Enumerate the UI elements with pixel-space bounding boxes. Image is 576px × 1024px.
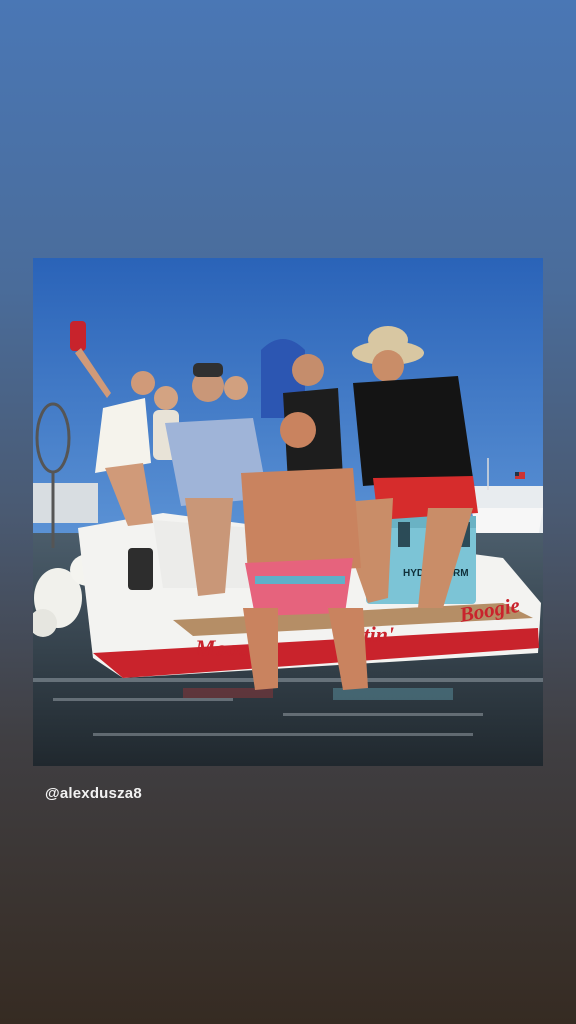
boat-name-left: Mooo bbox=[194, 636, 250, 661]
story-photo: Mooo zootin' Boogie HYDROFORM bbox=[33, 258, 543, 766]
credit-handle[interactable]: @alexdusza8 bbox=[45, 785, 142, 802]
